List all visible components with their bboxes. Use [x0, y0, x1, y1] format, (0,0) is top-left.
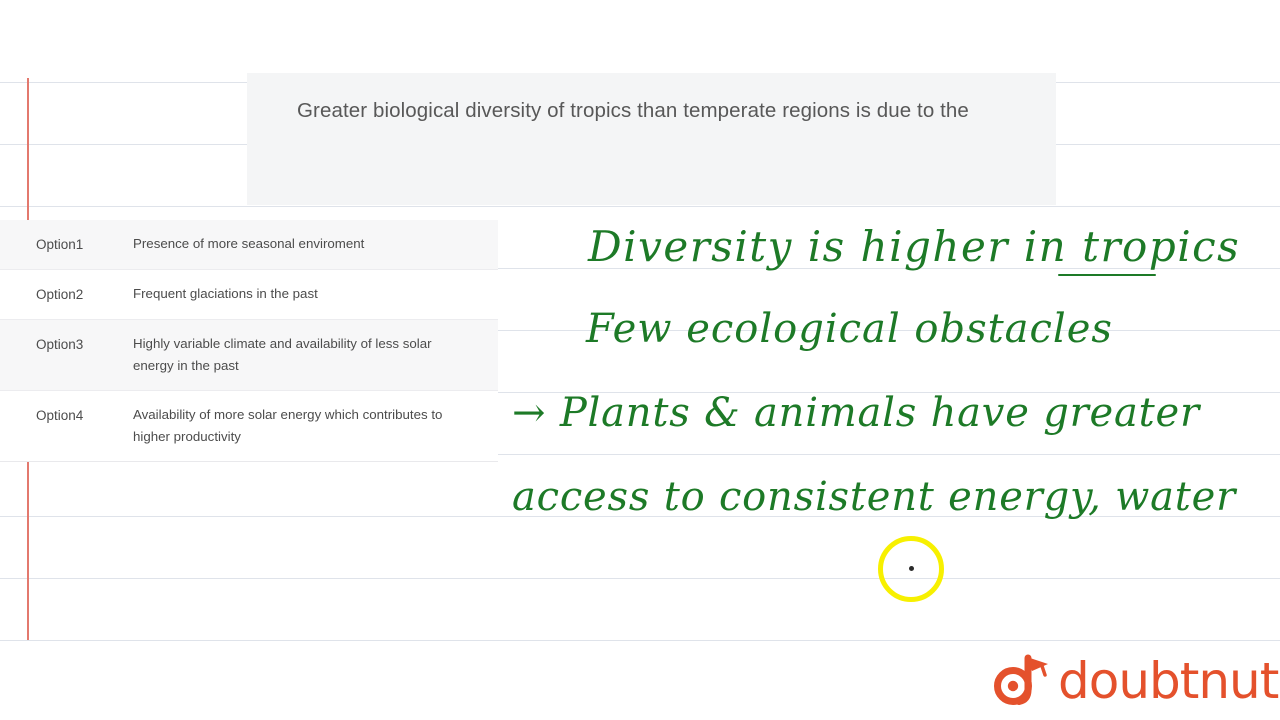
doubtnut-d-graduation-cap-icon	[992, 650, 1050, 713]
ruled-line	[0, 516, 1280, 517]
doubtnut-logo[interactable]: doubtnut	[992, 650, 1279, 713]
option-value: Presence of more seasonal enviroment	[133, 236, 365, 251]
options-list: Option1 Presence of more seasonal enviro…	[0, 220, 498, 462]
option-row[interactable]: Option1 Presence of more seasonal enviro…	[0, 220, 498, 269]
option-key: Option3	[36, 337, 84, 352]
option-key: Option2	[36, 287, 84, 302]
ruled-line	[0, 640, 1280, 641]
option-row[interactable]: Option3 Highly variable climate and avai…	[0, 319, 498, 390]
ruled-line	[0, 206, 1280, 207]
option-key: Option1	[36, 237, 84, 252]
question-text: Greater biological diversity of tropics …	[297, 99, 969, 122]
question-card: Greater biological diversity of tropics …	[247, 73, 1056, 205]
ruled-line	[0, 578, 1280, 579]
cursor-point-icon	[909, 566, 914, 571]
option-key: Option4	[36, 408, 84, 423]
option-row[interactable]: Option4 Availability of more solar energ…	[0, 390, 498, 461]
option-value: Highly variable climate and availability…	[133, 336, 432, 373]
option-row[interactable]: Option2 Frequent glaciations in the past	[0, 269, 498, 319]
doubtnut-wordmark: doubtnut	[1058, 652, 1279, 710]
option-value: Frequent glaciations in the past	[133, 286, 318, 301]
option-value: Availability of more solar energy which …	[133, 407, 443, 444]
